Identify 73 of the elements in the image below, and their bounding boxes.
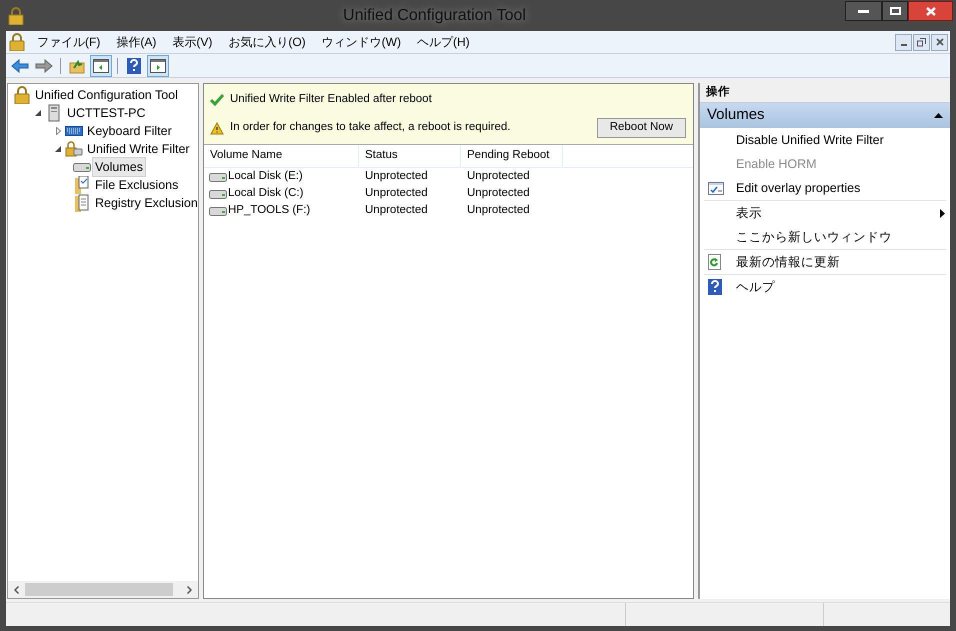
horizontal-scrollbar[interactable] — [8, 581, 198, 598]
tree-item[interactable]: Keyboard Filter — [84, 120, 175, 142]
keyboard-icon — [65, 126, 83, 136]
close-button[interactable] — [908, 1, 953, 21]
folder-checklist-icon — [75, 176, 89, 194]
tree-item[interactable]: Registry Exclusion — [92, 192, 198, 214]
table-cell-text: Local Disk (E:) — [228, 168, 303, 184]
maximize-button[interactable] — [882, 1, 908, 21]
pane-icon — [93, 58, 109, 72]
child-restore-button[interactable] — [913, 34, 930, 50]
menu-item[interactable]: ウィンドウ(W) — [314, 33, 409, 51]
action-link[interactable]: 最新の情報に更新 — [736, 252, 840, 272]
scroll-right-icon[interactable] — [187, 586, 192, 594]
drive-icon — [209, 188, 227, 198]
app-lock-icon — [8, 7, 24, 25]
tree-item[interactable]: Volumes — [92, 156, 146, 178]
tree-item[interactable]: Unified Write Filter — [84, 138, 193, 160]
column-header[interactable]: Pending Reboot — [461, 145, 563, 167]
tree-item[interactable]: Unified Configuration Tool — [32, 84, 181, 106]
help-icon — [708, 279, 722, 295]
child-close-button[interactable] — [931, 34, 948, 50]
table-cell-text: Unprotected — [466, 202, 531, 218]
tree-item[interactable]: UCTTEST-PC — [64, 102, 148, 124]
menu-item[interactable]: お気に入り(O) — [220, 33, 314, 51]
computer-tower-icon — [48, 104, 60, 122]
drive-icon — [209, 172, 227, 182]
drive-icon — [209, 206, 227, 216]
menu-item[interactable]: ファイル(F) — [29, 33, 108, 51]
scroll-left-icon[interactable] — [14, 586, 19, 594]
menu-item[interactable]: 表示(V) — [164, 33, 220, 51]
reboot-button[interactable]: Reboot Now — [596, 118, 686, 138]
action-link[interactable]: Disable Unified Write Filter — [736, 130, 884, 150]
menu-item[interactable]: ヘルプ(H) — [408, 33, 478, 51]
forward-arrow-icon — [35, 58, 53, 72]
refresh-icon — [708, 254, 721, 270]
action-link[interactable]: 表示 — [736, 204, 762, 222]
table-cell-text: Unprotected — [466, 168, 531, 184]
restore-icon — [917, 38, 926, 46]
menu-item[interactable]: 操作(A) — [108, 33, 164, 51]
tree-item[interactable]: File Exclusions — [92, 174, 182, 196]
checked-window-icon — [708, 182, 724, 194]
notice-text: Unified Write Filter Enabled after reboot — [230, 92, 432, 108]
notice-text: In order for changes to take affect, a reboot is required. — [230, 120, 510, 136]
action-link[interactable]: Edit overlay properties — [736, 178, 860, 198]
toolbar-button[interactable] — [90, 54, 112, 76]
lock-icon — [14, 86, 30, 104]
drive-icon — [73, 162, 91, 172]
table-cell-text: Local Disk (C:) — [228, 186, 304, 201]
column-header[interactable]: Volume Name — [204, 145, 359, 167]
close-icon — [936, 38, 944, 46]
toolbar-button[interactable] — [147, 54, 169, 76]
minimize-button[interactable] — [845, 1, 882, 21]
action-link[interactable]: ここから新しいウィンドウ — [736, 228, 892, 246]
help-icon — [127, 58, 141, 74]
back-arrow-icon — [11, 58, 29, 72]
column-header[interactable]: Status — [359, 145, 461, 167]
table-cell-text: Unprotected — [364, 186, 429, 201]
document-lock-icon — [9, 33, 25, 51]
checkmark-icon — [210, 94, 224, 106]
table-cell-text: Unprotected — [466, 186, 531, 201]
lock-drive-icon — [65, 141, 83, 157]
section-header[interactable]: Volumes — [700, 103, 950, 128]
pane-icon — [150, 58, 166, 72]
action-link[interactable]: ヘルプ — [736, 278, 775, 296]
table-cell-text: Unprotected — [364, 168, 429, 184]
warning-icon — [210, 122, 224, 134]
folder-up-icon — [69, 58, 85, 74]
table-cell-text: Unprotected — [364, 202, 429, 218]
close-icon — [926, 6, 936, 16]
table-cell-text: HP_TOOLS (F:) — [228, 202, 310, 218]
child-minimize-button[interactable] — [895, 34, 912, 50]
folder-document-icon — [75, 194, 89, 212]
actions-header: 操作 — [700, 83, 950, 103]
